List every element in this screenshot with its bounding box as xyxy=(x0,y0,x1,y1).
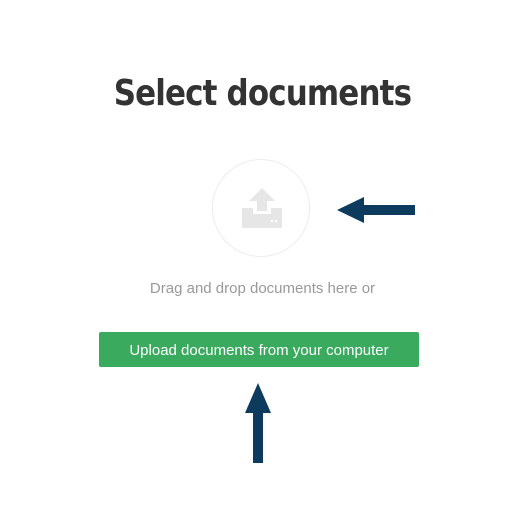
left-pointing-arrow xyxy=(337,197,415,223)
drag-drop-instruction: Drag and drop documents here or xyxy=(149,280,376,297)
document-upload-page: Select documents Drag and drop documents… xyxy=(0,0,515,510)
upload-documents-button[interactable]: Upload documents from your computer xyxy=(99,332,419,367)
page-title: Select documents xyxy=(113,73,412,114)
upload-tray-icon xyxy=(242,188,282,228)
upload-dropzone[interactable] xyxy=(212,159,310,257)
up-pointing-arrow xyxy=(245,383,271,463)
